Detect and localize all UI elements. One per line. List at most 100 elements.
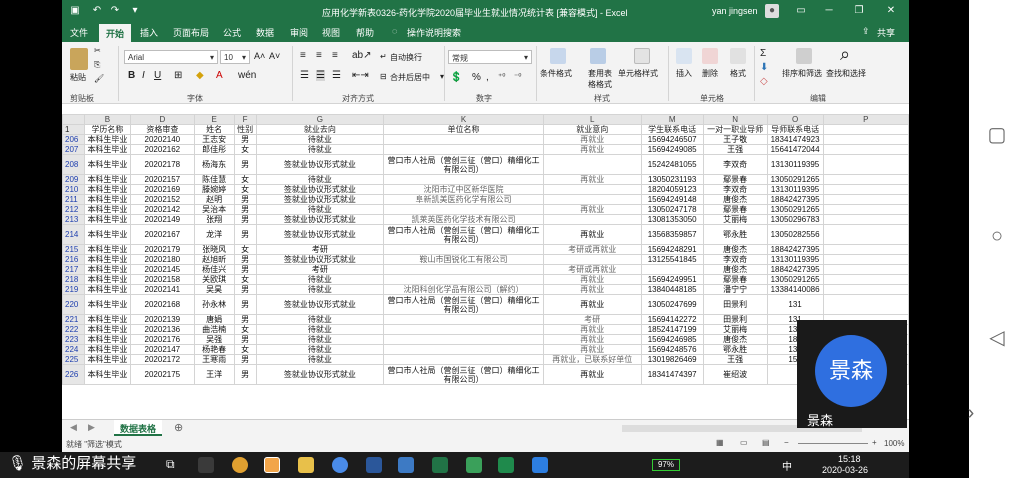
table-cell[interactable]: 本科生毕业: [83, 154, 131, 175]
table-cell[interactable]: 男: [233, 284, 257, 295]
table-cell[interactable]: 待就业: [255, 344, 385, 355]
table-cell[interactable]: 待就业: [255, 324, 385, 335]
table-cell[interactable]: 女: [233, 324, 257, 335]
page-break-icon[interactable]: ▤: [762, 438, 770, 447]
table-cell[interactable]: 再就业: [542, 324, 642, 335]
table-cell[interactable]: 本科生毕业: [83, 334, 131, 345]
table-cell[interactable]: 本科生毕业: [83, 284, 131, 295]
table-cell[interactable]: 张翔: [193, 214, 235, 225]
table-cell[interactable]: 再就业: [542, 204, 642, 215]
table-cell[interactable]: [383, 204, 544, 215]
task-view-icon[interactable]: ⧉: [166, 457, 182, 473]
table-cell[interactable]: 再就业: [542, 364, 642, 385]
table-cell[interactable]: 男: [233, 154, 257, 175]
table-cell[interactable]: 李双奇: [702, 154, 768, 175]
avatar[interactable]: 景森: [815, 335, 887, 407]
table-cell[interactable]: [822, 294, 909, 315]
table-cell[interactable]: 18341474397: [640, 364, 704, 385]
table-cell[interactable]: 鄂永胜: [702, 224, 768, 245]
table-cell[interactable]: 13081353050: [640, 214, 704, 225]
table-cell[interactable]: 15694249085: [640, 144, 704, 155]
table-cell[interactable]: 131: [766, 294, 824, 315]
table-cell[interactable]: 沈阳市辽中区新华医院: [383, 184, 544, 195]
table-cell[interactable]: 营口市人社局（营创三征（营口）精细化工有限公司）: [383, 224, 544, 245]
table-cell[interactable]: 再就业: [542, 174, 642, 185]
table-cell[interactable]: 20202139: [129, 314, 195, 325]
customize-qat-icon[interactable]: ▾: [128, 4, 142, 18]
table-cell[interactable]: 18842427395: [766, 194, 824, 205]
align-right-icon[interactable]: ☰: [332, 70, 341, 81]
tab-help[interactable]: 帮助: [356, 26, 374, 39]
tab-review[interactable]: 审阅: [290, 26, 308, 39]
table-cell[interactable]: [542, 194, 642, 205]
autosum-icon[interactable]: Σ: [760, 48, 766, 59]
tab-home[interactable]: 开始: [99, 24, 132, 42]
orientation-icon[interactable]: ab↗: [352, 50, 372, 61]
table-format-icon[interactable]: [590, 48, 606, 64]
table-cell[interactable]: 男: [233, 204, 257, 215]
table-cell[interactable]: [822, 144, 909, 155]
bold-icon[interactable]: B: [128, 70, 135, 81]
cut-icon[interactable]: ✂: [94, 46, 101, 55]
table-cell[interactable]: [822, 254, 909, 265]
table-cell[interactable]: [822, 214, 909, 225]
table-cell[interactable]: 18204059123: [640, 184, 704, 195]
phonetic-icon[interactable]: wén: [238, 70, 256, 81]
excel-icon[interactable]: [432, 457, 448, 473]
table-cell[interactable]: 崔绍波: [702, 364, 768, 385]
underline-icon[interactable]: U: [154, 70, 161, 81]
table-cell[interactable]: [542, 254, 642, 265]
delete-cells-button[interactable]: 删除: [702, 68, 718, 79]
table-cell[interactable]: 王子敬: [702, 134, 768, 145]
table-cell[interactable]: 营口市人社局（营创三征（营口）精细化工有限公司）: [383, 364, 544, 385]
table-cell[interactable]: 唐俊杰: [702, 264, 768, 275]
table-cell[interactable]: 13384140086: [766, 284, 824, 295]
back-icon[interactable]: ◁: [985, 325, 1009, 350]
font-size-box[interactable]: 10 ▾: [220, 50, 250, 64]
undo-icon[interactable]: ↶: [90, 4, 104, 18]
search-icon[interactable]: ⌕: [840, 44, 850, 65]
app-icon[interactable]: [532, 457, 548, 473]
table-cell[interactable]: 男: [233, 364, 257, 385]
table-cell[interactable]: 20202169: [129, 184, 195, 195]
table-cell[interactable]: 13568359857: [640, 224, 704, 245]
table-cell[interactable]: 13050247699: [640, 294, 704, 315]
table-cell[interactable]: 陈佳慧: [193, 174, 235, 185]
column-header[interactable]: L: [542, 114, 642, 125]
header-cell[interactable]: 一对一职业导师: [702, 124, 768, 135]
table-cell[interactable]: 20202179: [129, 244, 195, 255]
row-header[interactable]: 225: [62, 354, 85, 365]
format-painter-icon[interactable]: 🖌: [94, 74, 104, 83]
table-cell[interactable]: 15641472044: [766, 144, 824, 155]
paste-button[interactable]: 粘贴: [70, 72, 86, 83]
header-cell[interactable]: 学生联系电话: [640, 124, 704, 135]
row-header[interactable]: 223: [62, 334, 85, 345]
paste-icon[interactable]: [70, 48, 88, 70]
table-cell[interactable]: 20202149: [129, 214, 195, 225]
table-cell[interactable]: 13125541845: [640, 254, 704, 265]
table-cell[interactable]: 唐俊杰: [702, 244, 768, 255]
header-cell[interactable]: 学历名称: [83, 124, 131, 135]
table-cell[interactable]: [822, 274, 909, 285]
merge-center-button[interactable]: 合并后居中: [390, 72, 430, 83]
table-cell[interactable]: [383, 244, 544, 255]
chrome-icon[interactable]: [232, 457, 248, 473]
table-cell[interactable]: 15694248576: [640, 344, 704, 355]
align-center-icon[interactable]: ☰: [316, 70, 325, 81]
table-cell[interactable]: [822, 184, 909, 195]
table-cell[interactable]: [383, 324, 544, 335]
decrease-font-icon[interactable]: A˅: [269, 51, 280, 61]
table-cell[interactable]: 考研或再就业: [542, 264, 642, 275]
table-cell[interactable]: 待就业: [255, 314, 385, 325]
table-cell[interactable]: 再就业: [542, 274, 642, 285]
maximize-icon[interactable]: ❐: [852, 4, 866, 18]
table-cell[interactable]: 18842427395: [766, 264, 824, 275]
table-cell[interactable]: 15242481055: [640, 154, 704, 175]
table-cell[interactable]: 20202157: [129, 174, 195, 185]
ime-indicator[interactable]: 中: [782, 458, 792, 473]
table-cell[interactable]: 男: [233, 294, 257, 315]
format-cells-button[interactable]: 格式: [730, 68, 746, 79]
align-bottom-icon[interactable]: ≡: [332, 50, 338, 61]
table-cell[interactable]: 考研或再就业: [542, 244, 642, 255]
conditional-format-button[interactable]: 条件格式: [540, 68, 572, 79]
